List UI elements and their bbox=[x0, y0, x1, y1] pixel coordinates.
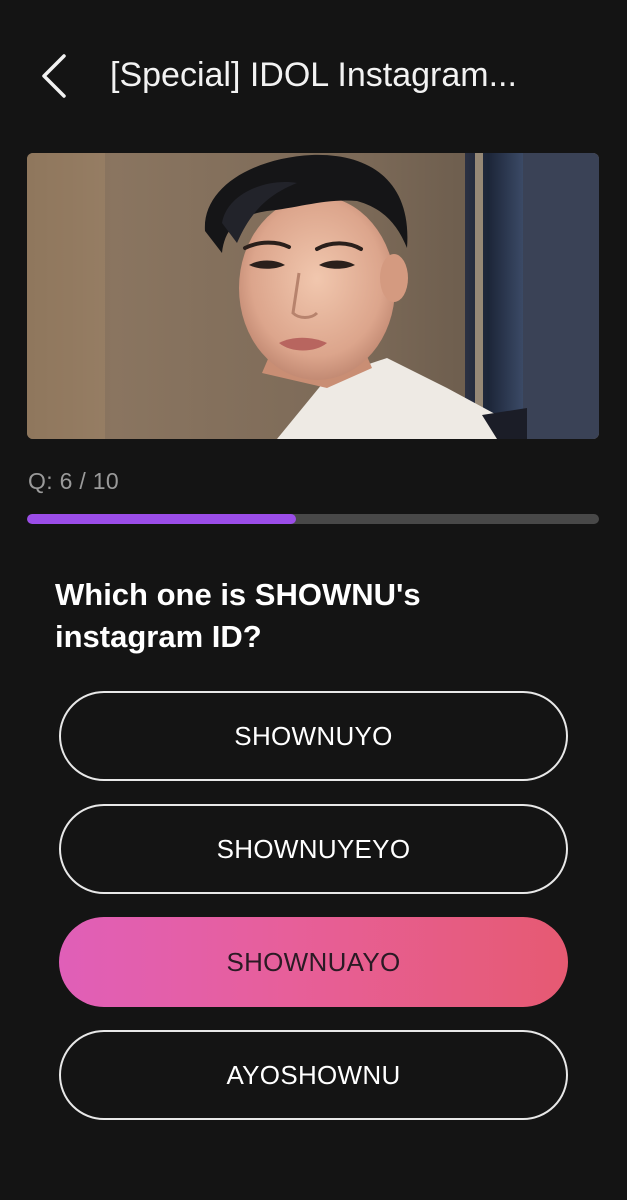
answer-option[interactable]: AYOSHOWNU bbox=[59, 1030, 568, 1120]
question-counter: Q: 6 / 10 bbox=[28, 468, 119, 494]
answer-option[interactable]: SHOWNUYO bbox=[59, 691, 568, 781]
answer-options: SHOWNUYO SHOWNUYEYO SHOWNUAYO AYOSHOWNU bbox=[59, 691, 568, 1143]
page-title: [Special] IDOL Instagram... bbox=[110, 56, 517, 94]
progress-bar-fill bbox=[27, 514, 296, 524]
answer-option-selected[interactable]: SHOWNUAYO bbox=[59, 917, 568, 1007]
answer-option[interactable]: SHOWNUYEYO bbox=[59, 804, 568, 894]
question-image bbox=[27, 153, 599, 439]
question-text: Which one is SHOWNU's instagram ID? bbox=[55, 577, 421, 654]
chevron-left-icon bbox=[42, 54, 66, 98]
header: [Special] IDOL Instagram... bbox=[0, 0, 627, 150]
progress-bar bbox=[27, 514, 599, 524]
back-button[interactable] bbox=[30, 48, 80, 104]
